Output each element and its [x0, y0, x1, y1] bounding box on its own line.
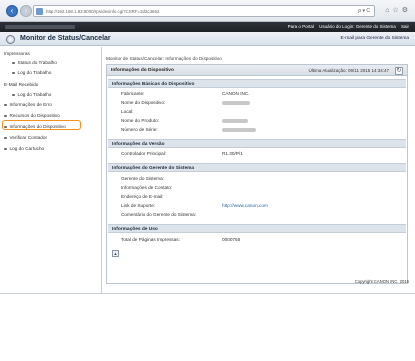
page-header: Monitor de Status/Cancelar E-mail para G…	[0, 32, 415, 46]
sidebar-group-email: E-Mail Recebido	[4, 82, 39, 87]
login-user-text: Usuário do Login: Gerente do Sistema	[319, 24, 396, 29]
sidebar-item-consumables[interactable]: Recursos do Dispositivo	[4, 113, 60, 118]
top-header-bar: Para o Portal Usuário do Login: Gerente …	[0, 22, 415, 32]
email-label: Endereço de E-mail:	[121, 194, 164, 199]
back-button[interactable]: ‹	[6, 5, 18, 17]
browser-menu-icons[interactable]: ⌂☆⚙	[385, 6, 411, 14]
footer-divider	[0, 293, 415, 294]
contact-label: Informações de Contato:	[121, 185, 173, 190]
bullet-icon	[12, 61, 15, 65]
product-name-value	[222, 118, 248, 123]
sidebar-item-device-info[interactable]: Informações do Dispositivo	[4, 124, 66, 129]
logout-link[interactable]: Sair	[401, 24, 409, 29]
sidebar-item-job-log[interactable]: Log do Trabalho	[12, 70, 51, 75]
comment-label: Comentário do Gerente do Sistema:	[121, 212, 197, 217]
total-prints-value: 0000755	[222, 237, 241, 242]
refresh-icon[interactable]: ↻	[395, 66, 403, 75]
bullet-icon	[4, 136, 7, 140]
manufacturer-value: CANON INC.	[222, 91, 250, 96]
sidebar-item-status-job[interactable]: Status do Trabalho	[12, 60, 57, 65]
sys-manager-label: Gerente do Sistema:	[121, 176, 164, 181]
bullet-icon	[12, 71, 15, 75]
section-title: Informações Básicas do Dispositivo	[112, 82, 195, 87]
product-name-label: Nome do Produto:	[121, 118, 160, 123]
location-label: Local:	[121, 109, 134, 114]
sidebar-item-check-counter[interactable]: Verificar Contador	[4, 135, 47, 140]
serial-value	[222, 127, 256, 132]
manufacturer-label: Fabricante:	[121, 91, 145, 96]
section-header-version: Informações da Versão	[108, 139, 406, 148]
address-bar[interactable]: http://192.168.1.83:8000/rps/devinfo.cgi…	[33, 5, 375, 17]
page-icon	[36, 8, 43, 15]
device-name-value	[222, 100, 250, 105]
back-to-top-icon[interactable]: ▲	[112, 250, 119, 257]
panel-title: Informações do Dispositivo	[111, 68, 174, 73]
sidebar-group-printer: Impressoras	[4, 51, 30, 56]
email-manager-link[interactable]: E-mail para Gerente do Sistema	[340, 36, 409, 41]
section-title: Informações do Gerente do Sistema	[112, 166, 195, 171]
sidebar-item-error-info[interactable]: Informações de Erro	[4, 102, 52, 107]
section-title: Informações da Versão	[112, 142, 165, 147]
sidebar-item-cartridge-log[interactable]: Log do Cartucho	[4, 146, 44, 151]
sidebar: Impressoras Status do Trabalho Log do Tr…	[0, 47, 102, 293]
section-header-usage: Informações de Uso	[108, 224, 406, 233]
support-link[interactable]: http://www.canon.com	[222, 203, 268, 208]
section-header-basic: Informações Básicas do Dispositivo	[108, 79, 406, 88]
bullet-icon	[4, 114, 7, 118]
page-title: Monitor de Status/Cancelar	[20, 35, 111, 42]
browser-toolbar: ‹ › http://192.168.1.83:8000/rps/devinfo…	[0, 0, 415, 22]
top-header-links: Para o Portal Usuário do Login: Gerente …	[284, 24, 409, 29]
bullet-icon	[12, 93, 15, 97]
address-tools[interactable]: ρ ▾ C	[358, 8, 370, 14]
bullet-icon	[4, 103, 7, 107]
device-info-panel: Informações do Dispositivo Última Atuali…	[106, 64, 408, 284]
device-name-placeholder	[5, 24, 75, 29]
section-title: Informações de Uso	[112, 227, 158, 232]
portal-link[interactable]: Para o Portal	[288, 24, 314, 29]
sidebar-item-email-job-log[interactable]: Log do Trabalho	[12, 92, 51, 97]
serial-label: Número de Série:	[121, 127, 158, 132]
controller-value: R1.30/P/1	[222, 151, 243, 156]
bullet-icon	[4, 147, 7, 151]
section-header-manager: Informações do Gerente do Sistema	[108, 163, 406, 172]
last-update-text: Última Atualização: 09/11 2015 14:34:47	[308, 68, 389, 73]
forward-button[interactable]: ›	[20, 5, 32, 17]
address-text: http://192.168.1.83:8000/rps/devinfo.cgi…	[46, 9, 160, 14]
breadcrumb: Monitor de Status/Cancelar: Informações …	[106, 56, 222, 61]
total-prints-label: Total de Páginas Impressas:	[121, 237, 180, 242]
device-name-label: Nome do Dispositivo:	[121, 100, 166, 105]
panel-header: Informações do Dispositivo Última Atuali…	[107, 65, 407, 76]
bullet-icon	[4, 125, 7, 129]
support-label: Link de Suporte:	[121, 203, 156, 208]
status-monitor-icon	[6, 35, 15, 44]
controller-label: Controlador Principal:	[121, 151, 167, 156]
copyright-text: Copyright CANON INC. 2016	[354, 279, 409, 284]
